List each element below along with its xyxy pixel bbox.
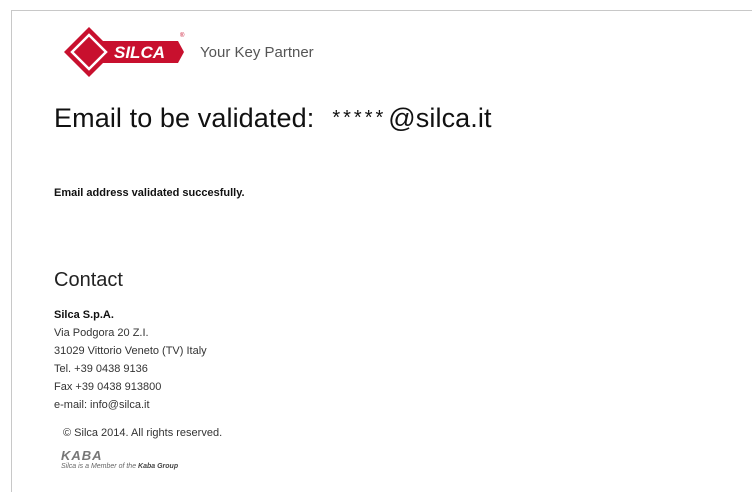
company-name: Silca S.p.A. (54, 309, 114, 321)
kaba-member-prefix: Silca is a Member of the (61, 463, 139, 470)
kaba-group-logo: KABA Silca is a Member of the Kaba Group (61, 449, 178, 470)
address-line-2: 31029 Vittorio Veneto (TV) Italy (54, 345, 207, 357)
contact-fax: Fax +39 0438 913800 (54, 381, 162, 393)
address-line-1: Via Podgora 20 Z.I. (54, 327, 149, 339)
masked-email-local: ***** (332, 107, 387, 129)
copyright: © Silca 2014. All rights reserved. (63, 427, 223, 439)
email-domain: @silca.it (388, 103, 492, 133)
email-heading-label: Email to be validated: (54, 103, 315, 133)
svg-text:®: ® (180, 32, 185, 39)
contact-tel: Tel. +39 0438 9136 (54, 363, 148, 375)
tagline: Your Key Partner (200, 44, 314, 61)
contact-block: Silca S.p.A. Via Podgora 20 Z.I. 31029 V… (54, 306, 207, 414)
silca-logo: SILCA ® (64, 27, 185, 77)
contact-email: e-mail: info@silca.it (54, 399, 150, 411)
page-frame (11, 10, 752, 492)
kaba-member-group: Kaba Group (138, 463, 179, 470)
kaba-logo-text: KABA (61, 448, 103, 463)
logo-text: SILCA (114, 43, 165, 62)
validation-status-message: Email address validated succesfully. (54, 187, 245, 199)
email-heading: Email to be validated: *****@silca.it (54, 103, 492, 134)
contact-heading: Contact (54, 269, 123, 291)
kaba-member-note: Silca is a Member of the Kaba Group (61, 463, 178, 470)
